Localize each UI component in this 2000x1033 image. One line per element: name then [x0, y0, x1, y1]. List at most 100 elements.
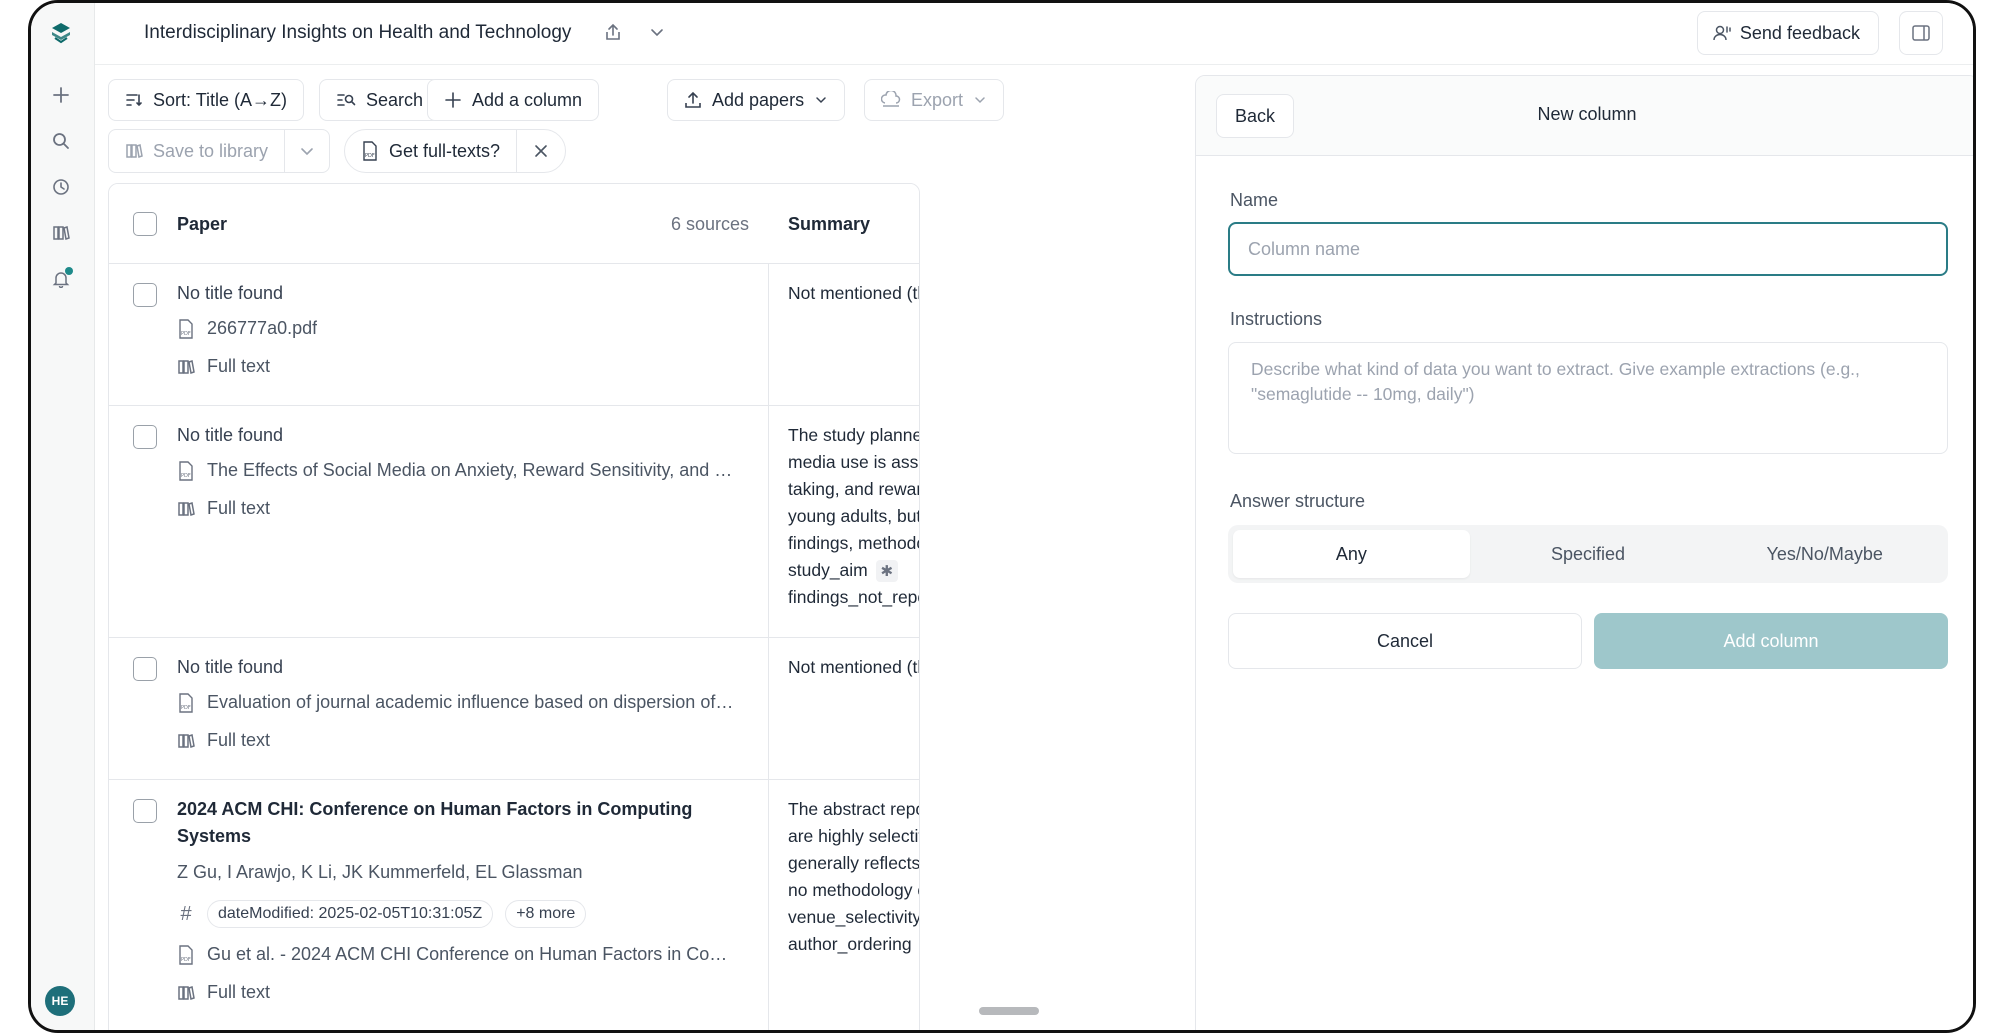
full-text-link[interactable]: Full text	[177, 498, 737, 519]
summary-tag: author_ordering	[788, 934, 912, 954]
library-icon	[178, 359, 195, 374]
summary-cell: Not mentioned (the abstract is empty).	[788, 283, 919, 303]
page-title: Interdisciplinary Insights on Health and…	[144, 22, 572, 43]
row-checkbox[interactable]	[133, 799, 157, 823]
paper-title[interactable]: No title found	[177, 280, 747, 307]
save-to-library-button[interactable]: Save to library	[108, 129, 331, 173]
add-papers-button[interactable]: Add papers	[667, 79, 846, 121]
panel-header: New column Back	[1196, 76, 1973, 156]
full-text-link[interactable]: Full text	[177, 356, 737, 377]
summary-tag: venue_selectivity	[788, 907, 920, 927]
upload-icon	[685, 91, 701, 108]
paper-file-link[interactable]: PDF Gu et al. - 2024 ACM CHI Conference …	[177, 944, 737, 965]
answer-option-specified[interactable]: Specified	[1470, 530, 1707, 578]
search-button[interactable]: Search	[319, 79, 441, 121]
summary-text: The abstract reports that several ACM ve…	[788, 799, 920, 900]
bell-icon[interactable]	[49, 267, 73, 291]
send-feedback-label: Send feedback	[1739, 22, 1860, 43]
export-button[interactable]: Export	[864, 79, 1005, 121]
search-label: Search	[366, 89, 424, 110]
left-rail: HE	[31, 3, 95, 1030]
add-column-toolbar-button[interactable]: Add a column	[427, 79, 600, 121]
paper-title[interactable]: No title found	[177, 654, 747, 681]
answer-option-yes-no-maybe[interactable]: Yes/No/Maybe	[1706, 530, 1943, 578]
full-text-link[interactable]: Full text	[177, 982, 737, 1003]
papers-table: Paper 6 sources Summary No title found P…	[108, 183, 920, 1030]
full-text-label: Full text	[207, 730, 271, 750]
summary-text: The study planned to analyze whether soc…	[788, 425, 920, 553]
app-window: HE Interdisciplinary Insights on Health …	[28, 0, 1976, 1033]
sort-label: Sort: Title (A→Z)	[153, 89, 288, 110]
back-button[interactable]: Back	[1216, 94, 1295, 138]
asterisk-icon[interactable]: ✱	[875, 560, 898, 583]
send-feedback-button[interactable]: Send feedback	[1696, 11, 1879, 55]
row-checkbox[interactable]	[133, 657, 157, 681]
instructions-textarea[interactable]	[1228, 342, 1948, 454]
column-name-input[interactable]	[1228, 222, 1948, 276]
add-column-button[interactable]: Add column	[1594, 613, 1948, 669]
save-to-library-dropdown[interactable]	[285, 130, 329, 172]
paper-authors: Z Gu, I Arawjo, K Li, JK Kummerfeld, EL …	[177, 862, 737, 883]
dismiss-full-texts-button[interactable]	[517, 130, 565, 172]
toggle-panel-button[interactable]	[1899, 11, 1943, 55]
top-header: Interdisciplinary Insights on Health and…	[95, 3, 1973, 65]
sort-icon	[126, 94, 142, 107]
full-text-label: Full text	[207, 982, 271, 1002]
plus-icon	[445, 92, 461, 108]
get-full-texts-button[interactable]: PDF Get full-texts?	[345, 130, 516, 172]
avatar[interactable]: HE	[45, 986, 75, 1016]
search-list-icon	[337, 94, 356, 106]
answer-option-any[interactable]: Any	[1233, 530, 1470, 578]
summary-cell: The abstract reports that several ACM ve…	[788, 796, 920, 958]
feedback-person-icon	[1713, 25, 1731, 41]
svg-text:PDF: PDF	[181, 957, 191, 963]
name-label: Name	[1230, 190, 1279, 210]
share-icon[interactable]	[601, 20, 625, 44]
svg-text:PDF: PDF	[181, 473, 191, 479]
save-to-library-main[interactable]: Save to library	[109, 130, 284, 172]
library-icon[interactable]	[49, 221, 73, 245]
summary-column-header[interactable]: Summary	[788, 214, 870, 235]
search-icon[interactable]	[49, 129, 73, 153]
paper-file-link[interactable]: PDF 266777a0.pdf	[177, 318, 737, 339]
row-checkbox[interactable]	[133, 425, 157, 449]
full-text-label: Full text	[207, 498, 271, 518]
summary-tag: findings_not_reported	[788, 587, 919, 607]
add-papers-label: Add papers	[712, 89, 805, 110]
pdf-icon: PDF	[179, 318, 193, 339]
table-row[interactable]: No title found PDF 266777a0.pdf Full tex…	[109, 264, 919, 406]
table-row[interactable]: No title found PDF Evaluation of journal…	[109, 638, 919, 780]
paper-file-name: Evaluation of journal academic influence…	[207, 692, 737, 712]
close-icon	[535, 145, 547, 157]
new-column-panel: New column Back Name Instructions Answer…	[1195, 75, 1973, 1030]
summary-cell: The study planned to analyze whether soc…	[788, 422, 920, 611]
more-tags-button[interactable]: +8 more	[505, 900, 587, 928]
add-column-label: Add a column	[472, 89, 583, 110]
horizontal-scrollbar[interactable]	[979, 1007, 1039, 1015]
sort-button[interactable]: Sort: Title (A→Z)	[108, 79, 305, 121]
table-row[interactable]: 2024 ACM CHI: Conference on Human Factor…	[109, 780, 920, 1030]
select-all-checkbox[interactable]	[133, 212, 157, 236]
library-icon	[178, 501, 195, 516]
paper-title[interactable]: No title found	[177, 422, 747, 449]
full-text-label: Full text	[207, 356, 271, 376]
library-icon	[178, 985, 195, 1000]
paper-title[interactable]: 2024 ACM CHI: Conference on Human Factor…	[177, 796, 717, 850]
authors-text: Z Gu, I Arawjo, K Li, JK Kummerfeld, EL …	[177, 862, 583, 882]
answer-structure-label: Answer structure	[1230, 491, 1366, 511]
save-to-library-label: Save to library	[153, 140, 269, 161]
app-logo-icon[interactable]	[49, 21, 73, 45]
table-header: Paper 6 sources Summary	[109, 184, 919, 264]
paper-file-link[interactable]: PDF Evaluation of journal academic influ…	[177, 692, 737, 713]
panel-title: New column	[1537, 104, 1637, 124]
paper-file-link[interactable]: PDF The Effects of Social Media on Anxie…	[177, 460, 737, 481]
plus-icon[interactable]	[49, 83, 73, 107]
table-row[interactable]: No title found PDF The Effects of Social…	[109, 406, 919, 638]
chevron-down-icon[interactable]	[645, 20, 669, 44]
full-text-link[interactable]: Full text	[177, 730, 737, 751]
row-checkbox[interactable]	[133, 283, 157, 307]
sources-count: 6 sources	[671, 214, 750, 234]
instructions-label: Instructions	[1230, 309, 1323, 329]
history-icon[interactable]	[49, 175, 73, 199]
cancel-button[interactable]: Cancel	[1228, 613, 1582, 669]
